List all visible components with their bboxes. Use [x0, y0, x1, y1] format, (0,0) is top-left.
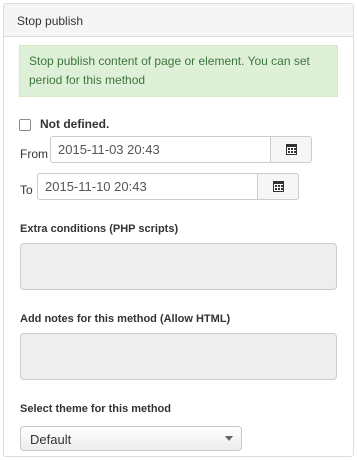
from-calendar-button[interactable] — [270, 136, 312, 163]
panel-title: Stop publish — [17, 14, 84, 28]
calendar-icon — [273, 181, 284, 192]
notes-textarea[interactable] — [20, 333, 337, 380]
to-calendar-button[interactable] — [257, 173, 299, 200]
panel-header: Stop publish — [4, 4, 353, 37]
to-label: To — [20, 183, 33, 197]
from-date-input[interactable]: 2015-11-03 20:43 — [50, 136, 271, 163]
theme-label: Select theme for this method — [20, 403, 171, 415]
theme-select[interactable]: Default — [20, 426, 242, 451]
to-date-input[interactable]: 2015-11-10 20:43 — [37, 173, 258, 200]
from-label: From — [20, 147, 48, 161]
info-alert: Stop publish content of page or element.… — [19, 45, 338, 97]
notes-label: Add notes for this method (Allow HTML) — [20, 313, 231, 325]
not-defined-checkbox[interactable] — [19, 119, 31, 131]
stop-publish-panel: Stop publish Stop publish content of pag… — [3, 3, 354, 457]
extra-conditions-textarea[interactable] — [20, 243, 337, 290]
calendar-icon — [286, 144, 297, 155]
theme-select-value: Default — [30, 432, 72, 447]
chevron-down-icon — [225, 436, 233, 441]
extra-conditions-label: Extra conditions (PHP scripts) — [20, 223, 179, 235]
not-defined-label[interactable]: Not defined. — [40, 117, 109, 131]
